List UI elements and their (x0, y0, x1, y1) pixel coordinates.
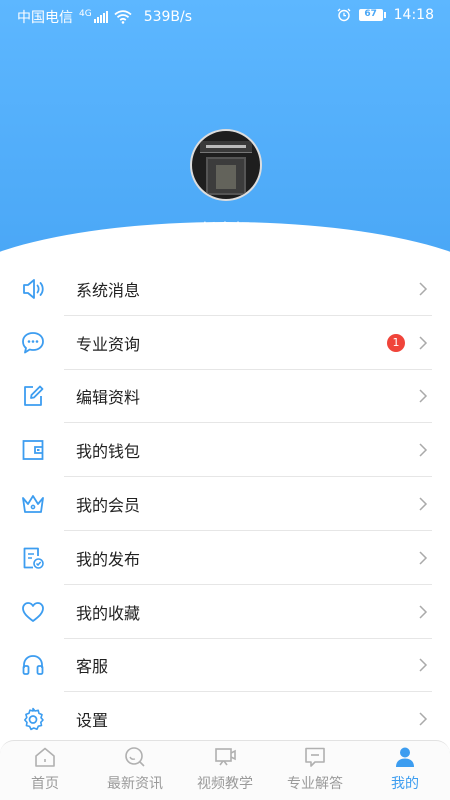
chevron-right-icon (419, 658, 428, 672)
wifi-icon (114, 10, 132, 24)
chevron-right-icon (419, 605, 428, 619)
avatar-storefront-door (206, 157, 246, 195)
chevron-right-icon (419, 336, 428, 350)
menu-item-edit-profile[interactable]: 编辑资料 (0, 370, 450, 424)
tab-mine[interactable]: 我的 (360, 741, 450, 800)
chevron-right-icon (419, 282, 428, 296)
heart-icon (22, 601, 44, 622)
chevron-right-icon (419, 443, 428, 457)
signal-icon (93, 11, 108, 23)
tab-home[interactable]: 首页 (0, 741, 90, 800)
menu-item-my-posts[interactable]: 我的发布 (0, 531, 450, 585)
battery-level: 67 (358, 9, 383, 21)
avatar[interactable] (190, 129, 262, 201)
menu-item-consultation[interactable]: 专业资询 1 (0, 316, 450, 370)
menu-item-label: 设置 (76, 711, 109, 731)
headphones-icon (22, 655, 44, 676)
tab-label: 视频教学 (197, 776, 253, 792)
chevron-right-icon (419, 497, 428, 511)
chat-bubble-icon (22, 331, 44, 354)
tab-latest-news[interactable]: 最新资讯 (90, 741, 180, 800)
tab-label: 最新资讯 (107, 776, 163, 792)
status-right: 67 14:18 (337, 7, 434, 23)
edit-icon (24, 386, 44, 407)
menu-item-label: 编辑资料 (76, 388, 141, 408)
tab-label: 专业解答 (287, 776, 343, 792)
menu-item-wallet[interactable]: 我的钱包 (0, 423, 450, 478)
carrier-name: 中国电信 (17, 10, 73, 26)
tab-label: 首页 (31, 776, 59, 792)
bottom-tab-bar: 首页 最新资讯 视频教学 专业解答 我的 (0, 740, 450, 800)
menu-item-label: 我的会员 (76, 496, 141, 516)
home-icon (35, 747, 55, 767)
status-left: 中国电信 4G 539B/s (17, 7, 192, 27)
menu-item-favorites[interactable]: 我的收藏 (0, 585, 450, 639)
menu-item-label: 我的收藏 (76, 603, 141, 623)
clock: 14:18 (393, 7, 434, 23)
speaker-icon (23, 278, 44, 299)
network-type: 4G (79, 9, 92, 19)
avatar-storefront-sign (200, 141, 252, 153)
username[interactable]: 任志超 (0, 216, 450, 241)
menu-item-customer-service[interactable]: 客服 (0, 639, 450, 693)
menu-item-membership[interactable]: 我的会员 (0, 477, 450, 531)
menu-item-label: 我的发布 (76, 549, 141, 569)
search-chat-icon (125, 747, 145, 767)
menu-list: 系统消息 专业资询 1 编辑资料 我的钱包 我的会员 我的发布 我的收藏 客服 … (0, 262, 450, 746)
menu-item-settings[interactable]: 设置 (0, 692, 450, 746)
alarm-icon (337, 8, 351, 22)
network-speed: 539B/s (143, 9, 193, 25)
tab-video-tutorials[interactable]: 视频教学 (180, 741, 270, 800)
menu-item-label: 系统消息 (76, 280, 141, 300)
menu-item-label: 我的钱包 (76, 442, 141, 462)
gear-icon (24, 707, 44, 731)
menu-item-label: 专业资询 (76, 334, 141, 354)
menu-item-label: 客服 (76, 657, 109, 677)
document-check-icon (23, 547, 44, 569)
user-icon (396, 747, 414, 767)
menu-item-system-messages[interactable]: 系统消息 (0, 262, 450, 316)
status-bar: 中国电信 4G 539B/s 67 14:18 (0, 0, 450, 32)
wallet-icon (22, 440, 44, 461)
chevron-right-icon (419, 551, 428, 565)
tab-label: 我的 (391, 776, 419, 792)
chevron-right-icon (419, 712, 428, 726)
video-icon (215, 748, 236, 766)
crown-icon (22, 495, 44, 513)
tab-expert-answers[interactable]: 专业解答 (270, 741, 360, 800)
chevron-right-icon (419, 389, 428, 404)
message-icon (305, 747, 325, 767)
notification-badge: 1 (387, 333, 405, 352)
battery-icon: 67 (358, 9, 386, 21)
